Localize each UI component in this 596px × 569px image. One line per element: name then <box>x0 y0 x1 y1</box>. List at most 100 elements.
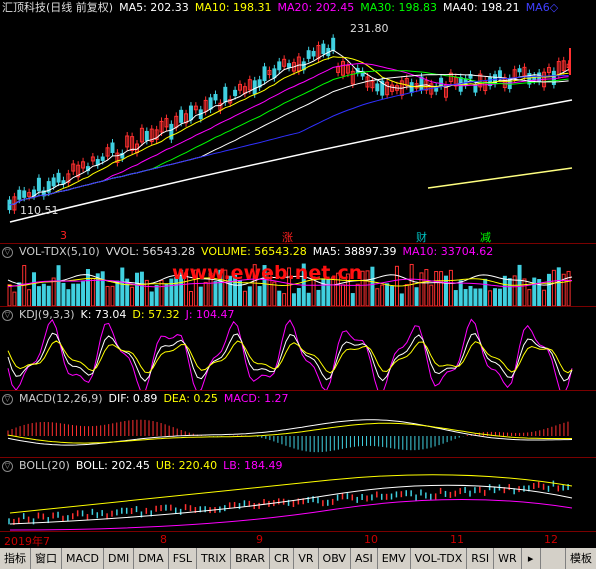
candle <box>311 50 316 57</box>
volume-bar <box>32 272 37 307</box>
volume-bar <box>100 271 105 307</box>
volume-bar <box>522 278 527 307</box>
volume-bar <box>453 290 458 307</box>
volume-bar <box>139 271 144 307</box>
volume-bar <box>203 281 208 307</box>
volume-bar <box>17 282 22 307</box>
indicator-toggle-icon[interactable]: ▽ <box>2 246 13 258</box>
tab-vol-tdx[interactable]: VOL-TDX <box>411 548 468 569</box>
volume-bar <box>149 291 154 307</box>
volume-bar <box>272 281 277 307</box>
kdj-k-line <box>7 332 573 382</box>
volume-bar <box>247 286 252 307</box>
tab-asi[interactable]: ASI <box>351 548 378 569</box>
tab-vr[interactable]: VR <box>294 548 319 569</box>
axis-label: 11 <box>450 533 464 546</box>
indicator-tab-bar: 指标 窗口 MACD DMI DMA FSL TRIX BRAR CR VR OBV ASI EMV VO… <box>0 548 596 569</box>
boll-panel[interactable]: ▽ BOLL(20) BOLL: 202.45 UB: 220.40 LB: 184.4… <box>0 457 596 531</box>
volume-bar <box>164 283 169 307</box>
ma-legend-item: MA40: 198.21 <box>442 1 520 14</box>
axis-label: 9 <box>256 533 263 546</box>
candle <box>473 84 478 93</box>
candle <box>110 142 115 153</box>
tab-brar[interactable]: BRAR <box>231 548 271 569</box>
volume-bar <box>399 293 404 307</box>
candle <box>375 83 380 92</box>
volume-bar <box>120 267 125 307</box>
volume-bar <box>238 280 243 307</box>
volume-bar <box>556 267 561 307</box>
candle <box>287 63 292 68</box>
tab-template[interactable]: 模板 <box>565 548 596 569</box>
macd-panel[interactable]: ▽ MACD(12,26,9) DIF: 0.89 DEA: 0.25 MACD: 1.… <box>0 390 596 457</box>
tab-指标[interactable]: 指标 <box>0 548 31 569</box>
volume-bar <box>350 293 355 307</box>
tab-wr[interactable]: WR <box>494 548 522 569</box>
volume-bar <box>46 285 51 307</box>
volume-bar <box>90 278 95 307</box>
candle <box>17 189 22 200</box>
tab-cr[interactable]: CR <box>270 548 295 569</box>
indicator-toggle-icon[interactable]: ▽ <box>2 309 13 321</box>
tab-macd[interactable]: MACD <box>62 548 104 569</box>
candle <box>179 109 184 123</box>
volume-bar <box>115 280 120 307</box>
volume-bar <box>12 291 17 307</box>
boll-header: ▽ BOLL(20) BOLL: 202.45 UB: 220.40 LB: 184.4… <box>2 459 289 473</box>
tab-scroll-arrow-icon[interactable]: ▸ <box>522 548 541 569</box>
volume-bar <box>71 283 76 307</box>
moving-average-line <box>9 75 569 206</box>
volume-bar <box>365 270 370 307</box>
volume-bar <box>105 285 110 307</box>
stock-title: 汇顶科技(日线 前复权) <box>2 1 114 14</box>
volume-bar <box>409 263 414 307</box>
tab-dmi[interactable]: DMI <box>104 548 135 569</box>
candle <box>51 177 56 187</box>
tab-obv[interactable]: OBV <box>319 548 351 569</box>
volume-bar <box>56 265 61 307</box>
price-panel[interactable]: 汇顶科技(日线 前复权) MA5: 202.33 MA10: 198.31 MA20:… <box>0 0 596 228</box>
tab-dma[interactable]: DMA <box>134 548 169 569</box>
volume-bar <box>380 284 385 307</box>
volume-bar <box>242 290 247 307</box>
tab-fsl[interactable]: FSL <box>169 548 197 569</box>
volume-bar <box>468 285 473 307</box>
volume-bar <box>213 281 218 307</box>
indicator-toggle-icon[interactable]: ▽ <box>2 393 13 405</box>
kdj-panel[interactable]: ▽ KDJ(9,3,3) K: 73.04 D: 57.32 J: 104.47 <box>0 306 596 391</box>
tab-rsi[interactable]: RSI <box>467 548 495 569</box>
candle <box>321 43 326 55</box>
candle <box>100 156 105 161</box>
volume-bar <box>434 270 439 307</box>
indicator-toggle-icon[interactable]: ▽ <box>2 460 13 472</box>
tab-emv[interactable]: EMV <box>378 548 411 569</box>
volume-bar <box>159 279 164 307</box>
volume-bar <box>277 290 282 307</box>
candle <box>95 159 100 166</box>
candle <box>439 77 444 87</box>
volume-bar <box>551 269 556 307</box>
tab-窗口[interactable]: 窗口 <box>31 548 62 569</box>
volume-bar <box>375 288 380 307</box>
volume-bar <box>566 270 571 307</box>
volume-bar <box>27 289 32 307</box>
marker-1[interactable]: 3 <box>60 229 67 242</box>
volume-bar <box>502 275 507 307</box>
volume-bar <box>188 290 193 307</box>
volume-bar <box>507 278 512 307</box>
volume-bar <box>517 264 522 307</box>
candle <box>272 68 277 79</box>
date-axis: 2019年7 8 9 10 11 12 <box>0 531 596 548</box>
low-price-label: 110.51 <box>20 204 59 217</box>
tab-trix[interactable]: TRIX <box>197 548 232 569</box>
candle <box>517 68 522 73</box>
volume-header: ▽ VOL-TDX(5,10) VVOL: 56543.28 VOLUME: 5654… <box>2 245 499 259</box>
volume-bar <box>439 271 444 307</box>
volume-bar <box>497 288 502 307</box>
volume-bar <box>257 286 262 307</box>
candle <box>419 76 424 91</box>
volume-bar <box>527 289 532 307</box>
volume-bar <box>66 289 71 307</box>
candle <box>262 66 267 82</box>
ma-legend-item: MA30: 198.83 <box>360 1 437 14</box>
